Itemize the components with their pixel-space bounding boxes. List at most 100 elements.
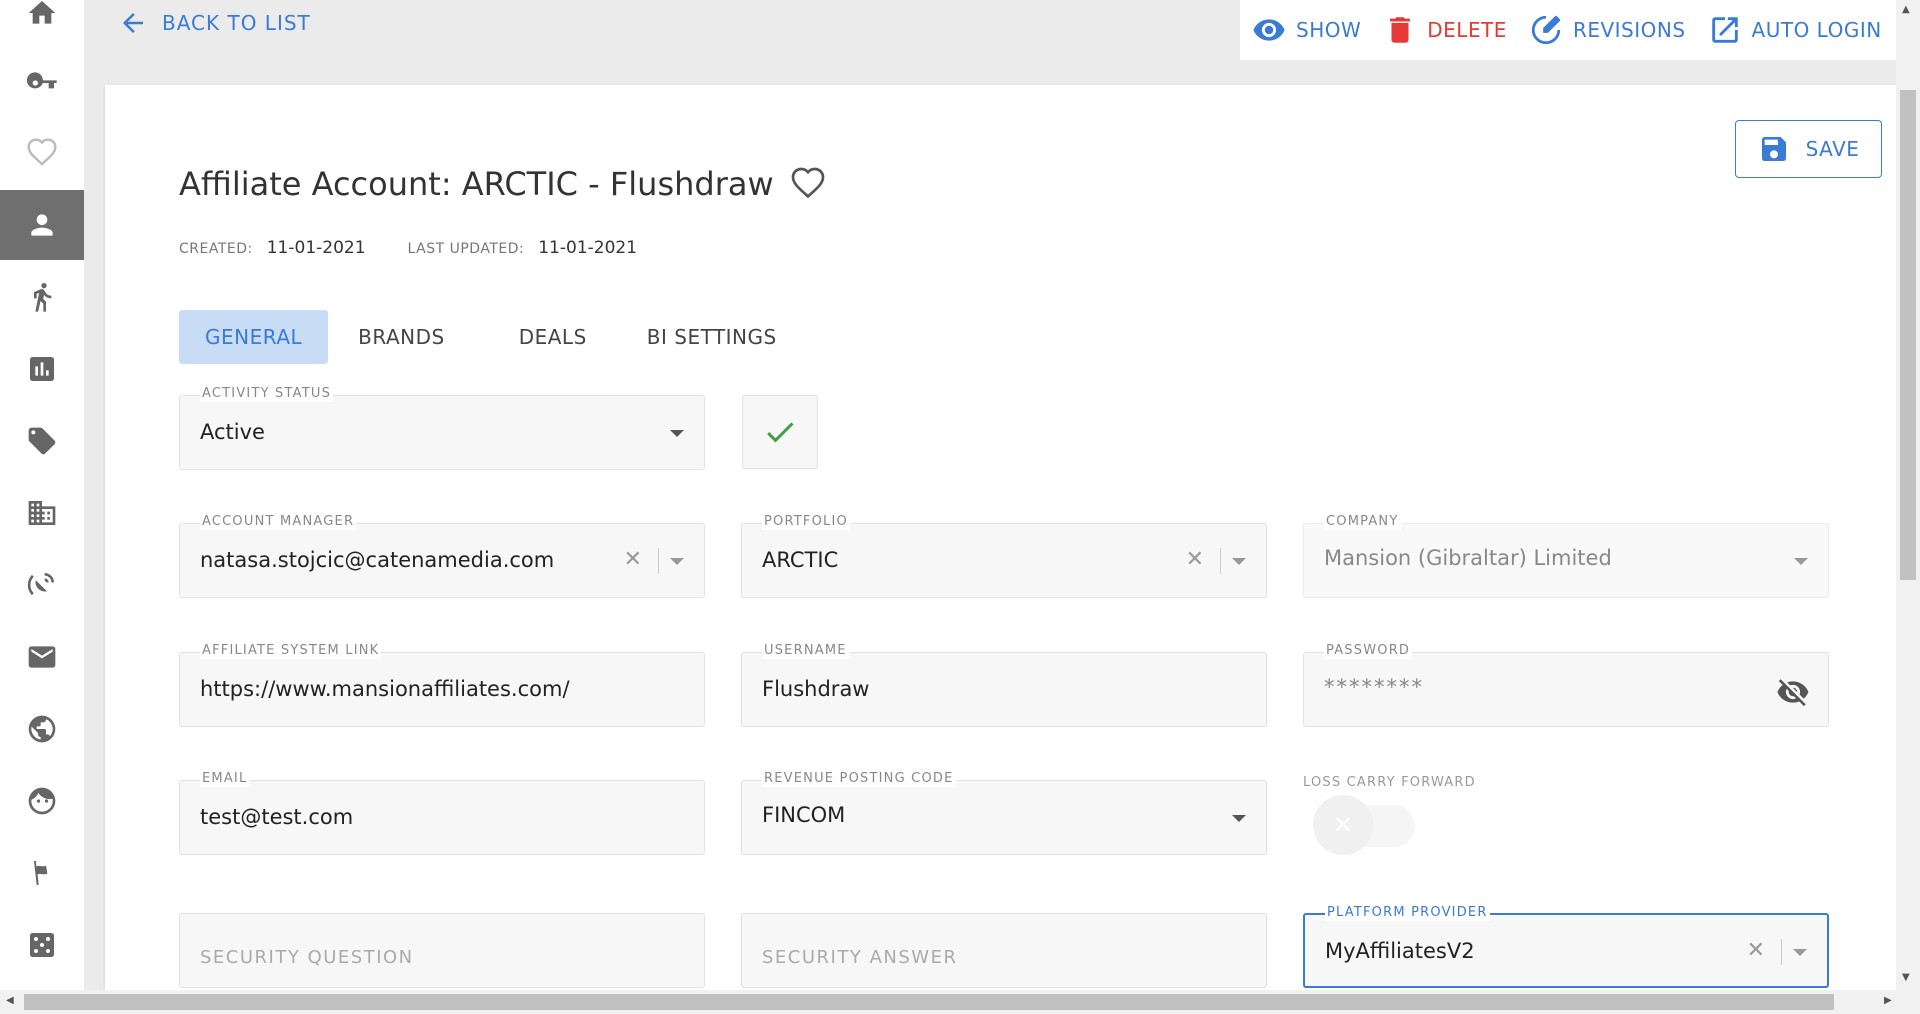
tab-brands[interactable]: BRANDS: [328, 310, 479, 364]
auto-login-button[interactable]: AUTO LOGIN: [1708, 13, 1882, 47]
password-value: ********: [1324, 675, 1424, 699]
email-label: EMAIL: [200, 771, 250, 787]
company-value: Mansion (Gibraltar) Limited: [1324, 546, 1612, 570]
caret-down-icon: [670, 430, 684, 437]
email-value: test@test.com: [200, 805, 354, 829]
globe-icon: [28, 715, 56, 743]
scroll-down-icon[interactable]: ▼: [1902, 972, 1910, 983]
caret-down-icon: [1794, 558, 1808, 565]
sidebar-item-users[interactable]: [0, 766, 84, 836]
security-question-placeholder: SECURITY QUESTION: [200, 947, 414, 968]
sidebar-item-activity[interactable]: [0, 262, 84, 332]
tag-icon: [28, 427, 56, 455]
clear-icon[interactable]: ✕: [1747, 938, 1765, 963]
key-icon: [26, 72, 57, 89]
eye-off-icon[interactable]: [1776, 675, 1810, 709]
vertical-scroll-thumb[interactable]: [1900, 90, 1916, 580]
tab-deals[interactable]: DEALS: [479, 310, 617, 364]
page-title-text: Affiliate Account: ARCTIC - Flushdraw: [179, 165, 774, 203]
last-updated-value: 11-01-2021: [538, 238, 638, 258]
sidebar-item-favorites[interactable]: [0, 118, 84, 188]
security-question-field[interactable]: SECURITY QUESTION: [179, 913, 705, 988]
account-manager-select[interactable]: ACCOUNT MANAGER natasa.stojcic@catenamed…: [179, 514, 705, 598]
scroll-left-icon[interactable]: ◀: [6, 995, 14, 1006]
building-icon: [28, 501, 56, 525]
company-select[interactable]: COMPANY Mansion (Gibraltar) Limited: [1303, 514, 1829, 598]
save-label: SAVE: [1805, 137, 1860, 161]
security-answer-field[interactable]: SECURITY ANSWER: [741, 913, 1267, 988]
sidebar-item-home[interactable]: [0, 0, 84, 48]
tab-bar: GENERAL BRANDS DEALS BI SETTINGS: [179, 310, 803, 364]
vertical-scrollbar[interactable]: ▲ ▼: [1896, 0, 1920, 990]
tab-bi-settings[interactable]: BI SETTINGS: [617, 310, 803, 364]
page-title: Affiliate Account: ARCTIC - Flushdraw: [179, 165, 826, 203]
affiliate-system-link-label: AFFILIATE SYSTEM LINK: [200, 643, 382, 659]
sidebar-item-accounts[interactable]: [0, 190, 84, 260]
delete-button[interactable]: DELETE: [1383, 13, 1507, 47]
save-button[interactable]: SAVE: [1735, 120, 1882, 178]
back-to-list-link[interactable]: BACK TO LIST: [118, 8, 311, 38]
person-icon: [31, 214, 53, 236]
external-link-icon: [1711, 17, 1738, 43]
favorite-heart-icon[interactable]: [790, 166, 826, 202]
revenue-posting-code-value: FINCOM: [762, 803, 846, 827]
password-label: PASSWORD: [1324, 643, 1413, 659]
sidebar-item-campaigns[interactable]: [0, 838, 84, 908]
caret-down-icon[interactable]: [1793, 949, 1807, 956]
revisions-label: REVISIONS: [1572, 18, 1686, 42]
loss-carry-forward-label: LOSS CARRY FORWARD: [1303, 775, 1476, 790]
affiliate-system-link-field[interactable]: AFFILIATE SYSTEM LINK https://www.mansio…: [179, 643, 705, 727]
loss-carry-forward-toggle[interactable]: ✕: [1313, 795, 1419, 855]
sidebar-item-companies[interactable]: [0, 478, 84, 548]
sidebar-item-games[interactable]: [0, 910, 84, 980]
affiliate-system-link-value: https://www.mansionaffiliates.com/: [200, 677, 570, 701]
delete-label: DELETE: [1427, 18, 1507, 42]
sidebar-item-mail[interactable]: [0, 622, 84, 692]
activity-status-label: ACTIVITY STATUS: [200, 386, 334, 402]
horizontal-scroll-thumb[interactable]: [24, 994, 1834, 1010]
sidebar-item-keys[interactable]: [0, 48, 84, 118]
show-button[interactable]: SHOW: [1252, 13, 1361, 47]
trash-icon: [1390, 17, 1411, 43]
username-label: USERNAME: [762, 643, 849, 659]
tab-general[interactable]: GENERAL: [179, 310, 329, 364]
clear-icon[interactable]: ✕: [1186, 547, 1204, 572]
satellite-dish-icon: [27, 573, 54, 596]
mail-icon: [28, 646, 56, 668]
sidebar-item-tags[interactable]: [0, 406, 84, 476]
revenue-posting-code-label: REVENUE POSTING CODE: [762, 771, 956, 787]
activity-status-value: Active: [200, 420, 265, 444]
horizontal-scrollbar[interactable]: ◀ ▶: [0, 990, 1920, 1014]
activity-status-select[interactable]: ACTIVITY STATUS Active: [179, 386, 705, 470]
platform-provider-select[interactable]: PLATFORM PROVIDER MyAffiliatesV2 ✕: [1303, 905, 1829, 988]
platform-provider-label: PLATFORM PROVIDER: [1325, 905, 1490, 921]
email-field[interactable]: EMAIL test@test.com: [179, 771, 705, 855]
username-field[interactable]: USERNAME Flushdraw: [741, 643, 1267, 727]
dice-icon: [30, 933, 54, 957]
sidebar-item-reports[interactable]: [0, 334, 84, 404]
sidebar-item-feeds[interactable]: [0, 550, 84, 620]
floppy-disk-icon: [1761, 137, 1786, 161]
password-field[interactable]: PASSWORD ********: [1303, 643, 1829, 727]
account-manager-value: natasa.stojcic@catenamedia.com: [200, 548, 555, 572]
scroll-up-icon[interactable]: ▲: [1902, 4, 1910, 15]
sidebar-item-sites[interactable]: [0, 694, 84, 764]
caret-down-icon[interactable]: [670, 558, 684, 565]
record-metadata: CREATED: 11-01-2021 LAST UPDATED: 11-01-…: [179, 238, 637, 258]
security-answer-placeholder: SECURITY ANSWER: [762, 947, 958, 968]
revisions-button[interactable]: REVISIONS: [1529, 13, 1686, 47]
close-icon: ✕: [1313, 795, 1373, 855]
revenue-posting-code-select[interactable]: REVENUE POSTING CODE FINCOM: [741, 771, 1267, 855]
portfolio-select[interactable]: PORTFOLIO ARCTIC ✕: [741, 514, 1267, 598]
created-value: 11-01-2021: [266, 238, 366, 258]
flag-icon: [34, 861, 48, 885]
company-label: COMPANY: [1324, 514, 1401, 530]
created-label: CREATED:: [179, 241, 253, 257]
home-icon: [28, 1, 56, 24]
sidebar: [0, 0, 84, 990]
caret-down-icon[interactable]: [1232, 558, 1246, 565]
platform-provider-value: MyAffiliatesV2: [1325, 939, 1475, 963]
scroll-right-icon[interactable]: ▶: [1884, 995, 1892, 1006]
clear-icon[interactable]: ✕: [624, 547, 642, 572]
back-to-list-label: BACK TO LIST: [162, 11, 311, 35]
